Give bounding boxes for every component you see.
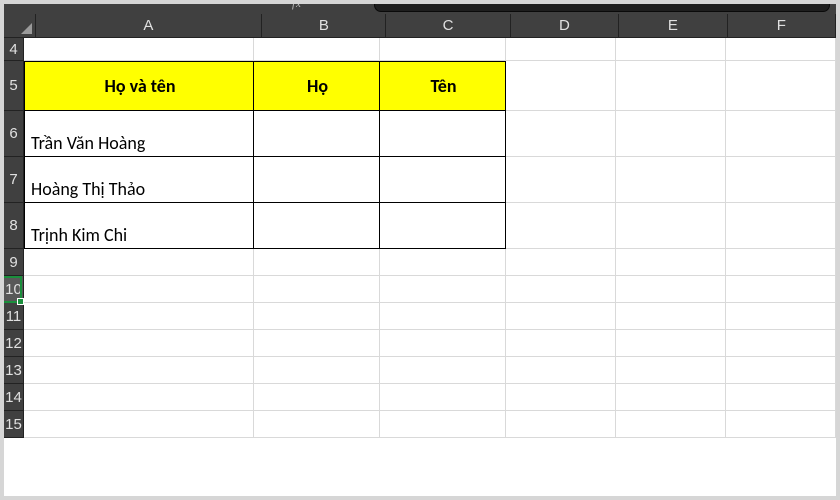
cell-E4[interactable] <box>616 38 726 61</box>
cell-E10[interactable] <box>616 276 726 303</box>
row-header-12[interactable]: 12 <box>4 330 24 357</box>
col-header-C[interactable]: C <box>386 14 510 38</box>
cell-D7[interactable] <box>506 157 616 203</box>
cell-D4[interactable] <box>506 38 616 61</box>
row-header-10[interactable]: 10 <box>4 276 24 303</box>
cell-E6[interactable] <box>616 111 726 157</box>
row-header-13[interactable]: 13 <box>4 357 24 384</box>
cell-A6[interactable]: Trần Văn Hoàng <box>24 111 254 157</box>
cell-E15[interactable] <box>616 411 726 438</box>
cell-A15[interactable] <box>24 411 254 438</box>
col-header-F[interactable]: F <box>728 14 836 38</box>
top-chrome: fx <box>4 4 836 14</box>
cell-A8[interactable]: Trịnh Kim Chi <box>24 203 254 249</box>
cell-B10[interactable] <box>254 276 380 303</box>
row-header-6[interactable]: 6 <box>4 111 24 157</box>
cell-B15[interactable] <box>254 411 380 438</box>
col-header-A[interactable]: A <box>36 14 263 38</box>
cell-D12[interactable] <box>506 330 616 357</box>
row-headers: 4 5 6 7 8 9 10 11 12 13 14 15 <box>4 38 24 438</box>
row-header-8[interactable]: 8 <box>4 203 24 249</box>
cell-A10[interactable] <box>24 276 254 303</box>
cell-B8[interactable] <box>254 203 380 249</box>
cell-F10[interactable] <box>726 276 836 303</box>
cell-C14[interactable] <box>380 384 506 411</box>
cell-B5[interactable]: Họ <box>254 61 380 111</box>
select-all-corner[interactable] <box>4 14 36 38</box>
cell-F5[interactable] <box>726 61 836 111</box>
cell-D8[interactable] <box>506 203 616 249</box>
row-header-4[interactable]: 4 <box>4 38 24 61</box>
cell-C12[interactable] <box>380 330 506 357</box>
cell-E8[interactable] <box>616 203 726 249</box>
cell-F8[interactable] <box>726 203 836 249</box>
cell-C7[interactable] <box>380 157 506 203</box>
row-header-15[interactable]: 15 <box>4 411 24 438</box>
cell-B12[interactable] <box>254 330 380 357</box>
cell-F4[interactable] <box>726 38 836 61</box>
col-header-E[interactable]: E <box>619 14 727 38</box>
cell-C4[interactable] <box>380 38 506 61</box>
cell-B13[interactable] <box>254 357 380 384</box>
cell-B6[interactable] <box>254 111 380 157</box>
row-header-5[interactable]: 5 <box>4 61 24 111</box>
cell-E7[interactable] <box>616 157 726 203</box>
row-header-9[interactable]: 9 <box>4 249 24 276</box>
cell-E9[interactable] <box>616 249 726 276</box>
col-header-D[interactable]: D <box>511 14 619 38</box>
cell-F9[interactable] <box>726 249 836 276</box>
cell-A14[interactable] <box>24 384 254 411</box>
cell-E14[interactable] <box>616 384 726 411</box>
cell-C11[interactable] <box>380 303 506 330</box>
cell-D9[interactable] <box>506 249 616 276</box>
row-header-11[interactable]: 11 <box>4 303 24 330</box>
cell-A12[interactable] <box>24 330 254 357</box>
cell-F14[interactable] <box>726 384 836 411</box>
cell-C6[interactable] <box>380 111 506 157</box>
cell-C9[interactable] <box>380 249 506 276</box>
cell-F11[interactable] <box>726 303 836 330</box>
cell-F7[interactable] <box>726 157 836 203</box>
cell-A5[interactable]: Họ và tên <box>24 61 254 111</box>
cell-F12[interactable] <box>726 330 836 357</box>
cell-C10[interactable] <box>380 276 506 303</box>
cell-F6[interactable] <box>726 111 836 157</box>
cell-B9[interactable] <box>254 249 380 276</box>
cell-A11[interactable] <box>24 303 254 330</box>
cell-D11[interactable] <box>506 303 616 330</box>
cell-C13[interactable] <box>380 357 506 384</box>
cell-C5[interactable]: Tên <box>380 61 506 111</box>
fx-label: fx <box>292 4 302 10</box>
cell-B4[interactable] <box>254 38 380 61</box>
cell-D13[interactable] <box>506 357 616 384</box>
cell-D10[interactable] <box>506 276 616 303</box>
formula-bar[interactable] <box>374 4 830 12</box>
column-headers: A B C D E F <box>4 14 836 38</box>
cell-C15[interactable] <box>380 411 506 438</box>
cells-area[interactable]: Họ và tên Họ Tên Trần Văn Hoàng <box>24 38 836 438</box>
select-all-triangle-icon <box>21 23 32 34</box>
row-header-14[interactable]: 14 <box>4 384 24 411</box>
cell-E11[interactable] <box>616 303 726 330</box>
cell-D15[interactable] <box>506 411 616 438</box>
cell-F13[interactable] <box>726 357 836 384</box>
cell-B11[interactable] <box>254 303 380 330</box>
cell-A9[interactable] <box>24 249 254 276</box>
cell-D5[interactable] <box>506 61 616 111</box>
col-header-B[interactable]: B <box>262 14 386 38</box>
cell-E5[interactable] <box>616 61 726 111</box>
cell-D6[interactable] <box>506 111 616 157</box>
cell-B14[interactable] <box>254 384 380 411</box>
cell-E13[interactable] <box>616 357 726 384</box>
cell-F15[interactable] <box>726 411 836 438</box>
cell-A4[interactable] <box>24 38 254 61</box>
cell-A7[interactable]: Hoàng Thị Thảo <box>24 157 254 203</box>
cell-D14[interactable] <box>506 384 616 411</box>
cell-C8[interactable] <box>380 203 506 249</box>
row-header-7[interactable]: 7 <box>4 157 24 203</box>
cell-E12[interactable] <box>616 330 726 357</box>
cell-B7[interactable] <box>254 157 380 203</box>
cell-A13[interactable] <box>24 357 254 384</box>
spreadsheet-grid: A B C D E F 4 5 6 7 8 9 10 11 12 13 14 1… <box>4 14 836 496</box>
